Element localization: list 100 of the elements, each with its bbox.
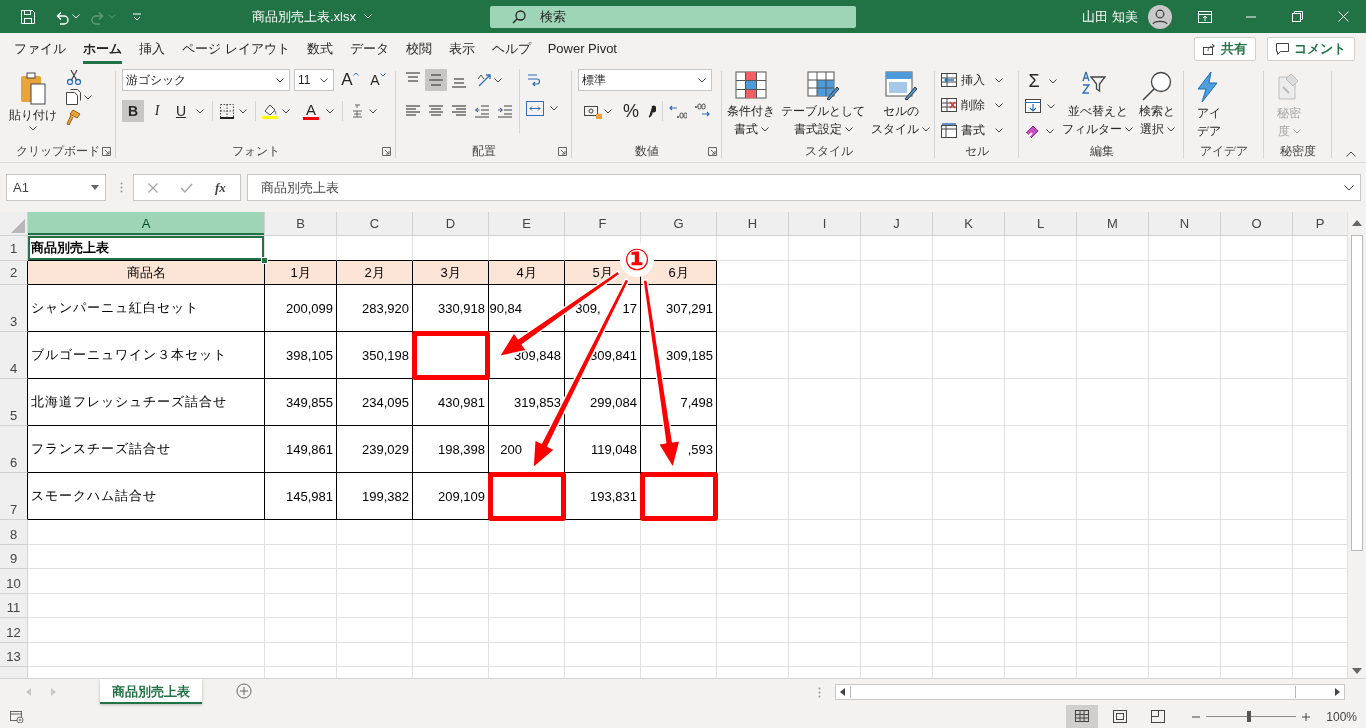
align-button[interactable] — [425, 69, 447, 91]
column-header[interactable]: B — [265, 212, 337, 236]
font-size-field[interactable]: 11 — [294, 69, 334, 91]
zoom-level[interactable]: 100% — [1326, 709, 1357, 724]
align-center-icon[interactable] — [428, 103, 444, 119]
minimize-icon[interactable] — [1246, 15, 1256, 18]
italic-button[interactable]: I — [146, 100, 168, 122]
caret-icon[interactable] — [84, 94, 92, 100]
share-button[interactable]: 共有 — [1194, 37, 1256, 61]
caret-icon[interactable] — [1049, 78, 1057, 84]
column-header[interactable]: I — [789, 212, 861, 236]
grow-font-button[interactable]: A — [338, 69, 362, 91]
sort-filter-button[interactable]: 並べ替えと フィルター — [1059, 69, 1136, 139]
caret-icon[interactable] — [369, 108, 377, 114]
decrease-decimal-icon[interactable] — [693, 103, 711, 119]
column-header[interactable]: M — [1077, 212, 1149, 236]
row-header[interactable]: 6 — [0, 426, 28, 473]
menu-tab[interactable]: データ — [349, 34, 389, 64]
copy-icon[interactable] — [66, 89, 82, 105]
shrink-font-button[interactable]: A — [366, 69, 390, 91]
format-button[interactable]: 書式 — [941, 119, 1003, 141]
increase-decimal-icon[interactable] — [669, 103, 687, 119]
scroll-up-icon[interactable] — [1352, 220, 1362, 226]
menu-tab[interactable]: 校閲 — [405, 34, 432, 64]
font-color-button[interactable]: A — [300, 100, 322, 122]
menu-tab[interactable]: ページ レイアウト — [182, 34, 290, 64]
autosum-button[interactable]: Σ — [1025, 70, 1043, 92]
menu-tab[interactable]: 表示 — [448, 34, 475, 64]
save-icon[interactable] — [20, 8, 36, 25]
orientation-icon[interactable] — [477, 72, 492, 88]
row-header[interactable]: 9 — [0, 544, 28, 569]
insert-function-button[interactable]: fx — [215, 179, 226, 196]
conditional-format-button[interactable]: 条件付き 書式 — [724, 69, 778, 139]
column-header[interactable]: L — [1005, 212, 1077, 236]
normal-view-button[interactable] — [1066, 705, 1099, 728]
ribbon-display-icon[interactable] — [1198, 10, 1212, 23]
row-header[interactable]: 3 — [0, 285, 28, 332]
row-header[interactable]: 7 — [0, 473, 28, 520]
comment-button[interactable]: コメント — [1267, 37, 1355, 61]
insert-button[interactable]: 挿入 — [941, 69, 1003, 91]
caret-icon[interactable] — [494, 77, 502, 83]
column-header[interactable]: F — [565, 212, 641, 236]
row-header[interactable]: 8 — [0, 520, 28, 545]
font-name-field[interactable]: 游ゴシック — [122, 69, 290, 91]
collapse-ribbon-icon[interactable] — [1346, 151, 1356, 157]
column-header[interactable]: N — [1149, 212, 1221, 236]
column-header[interactable]: J — [861, 212, 933, 236]
fill-icon[interactable] — [1025, 99, 1041, 113]
row-header[interactable]: 1 — [0, 236, 28, 261]
row-header[interactable]: 2 — [0, 261, 28, 285]
caret-icon[interactable] — [282, 108, 290, 114]
menu-tab[interactable]: 数式 — [306, 34, 333, 64]
decrease-indent-icon[interactable] — [474, 103, 490, 119]
search-field[interactable]: 検索 — [490, 5, 856, 28]
caret-icon[interactable] — [196, 108, 204, 114]
caret-icon[interactable] — [239, 108, 247, 114]
column-header[interactable]: A — [28, 212, 265, 236]
column-header[interactable]: E — [489, 212, 565, 236]
menu-tab[interactable]: Power Pivot — [547, 36, 617, 62]
row-header[interactable]: 5 — [0, 379, 28, 426]
zoom-in-icon[interactable] — [1302, 712, 1311, 721]
column-header[interactable]: H — [717, 212, 789, 236]
close-icon[interactable] — [1337, 11, 1349, 22]
percent-button[interactable]: % — [620, 100, 642, 122]
align-right-icon[interactable] — [451, 103, 467, 119]
caret-icon[interactable] — [326, 108, 334, 114]
row-header[interactable]: 13 — [0, 642, 28, 667]
caret-icon[interactable] — [1047, 103, 1055, 109]
menu-tab[interactable]: ヘルプ — [491, 34, 531, 64]
dialog-launcher-icon[interactable] — [708, 147, 717, 156]
delete-button[interactable]: 削除 — [941, 94, 1003, 116]
column-header[interactable]: O — [1221, 212, 1293, 236]
sheet-tab[interactable]: 商品別売上表 — [100, 679, 202, 704]
accessibility-icon[interactable] — [10, 710, 24, 723]
merge-icon[interactable] — [526, 100, 544, 116]
ideas-button[interactable]: アイ デア — [1190, 69, 1228, 141]
fill-color-icon[interactable] — [262, 103, 278, 119]
underline-button[interactable]: U — [170, 100, 192, 122]
column-header[interactable]: C — [337, 212, 413, 236]
column-header[interactable]: P — [1293, 212, 1347, 236]
caret-icon[interactable] — [604, 108, 612, 114]
clear-icon[interactable] — [1025, 123, 1040, 139]
customize-icon[interactable] — [132, 11, 142, 22]
row-header[interactable]: 12 — [0, 618, 28, 643]
restore-icon[interactable] — [1291, 11, 1303, 22]
column-header[interactable]: D — [413, 212, 489, 236]
caret-icon[interactable] — [1046, 128, 1054, 134]
add-sheet-icon[interactable] — [236, 683, 252, 699]
formula-field[interactable]: 商品別売上表 — [246, 174, 1361, 201]
borders-icon[interactable] — [219, 103, 235, 119]
cell-styles-button[interactable]: セルの スタイル — [868, 69, 933, 139]
scroll-down-icon[interactable] — [1352, 668, 1362, 674]
format-as-table-button[interactable]: テーブルとして 書式設定 — [778, 69, 868, 139]
number-format-field[interactable]: 標準 — [578, 69, 712, 91]
menu-tab[interactable]: 挿入 — [139, 34, 165, 64]
column-header[interactable]: K — [933, 212, 1005, 236]
zoom-slider-thumb[interactable] — [1247, 711, 1252, 722]
dialog-launcher-icon[interactable] — [382, 147, 391, 156]
align-left-icon[interactable] — [405, 103, 421, 119]
cut-icon[interactable] — [66, 69, 82, 85]
